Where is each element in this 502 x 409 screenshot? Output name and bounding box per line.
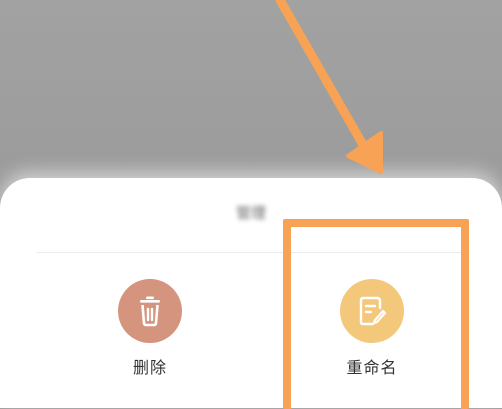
- annotation-arrow-icon: [275, 0, 383, 174]
